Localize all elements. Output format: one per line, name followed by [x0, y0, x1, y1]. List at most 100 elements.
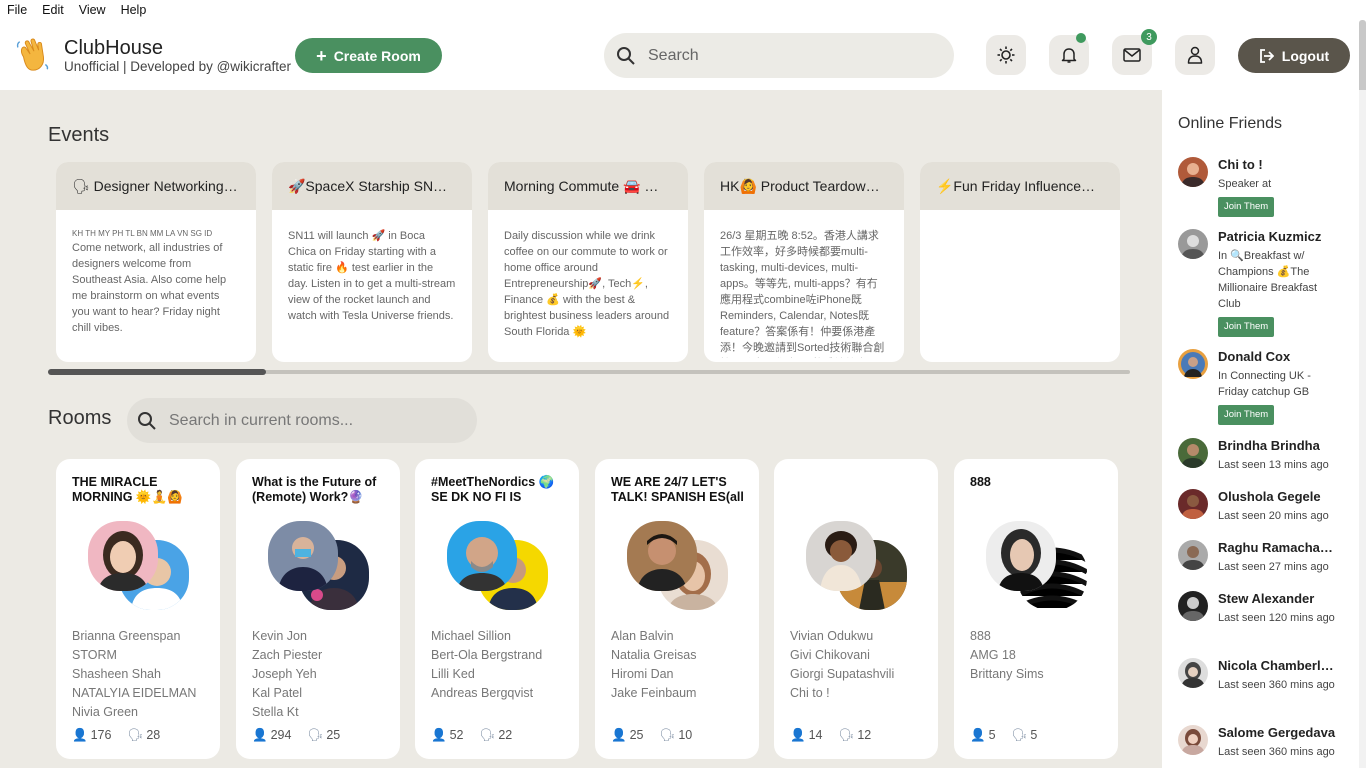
listener-count: 5	[988, 728, 996, 742]
listener-count: 25	[629, 728, 644, 742]
participant-name: Brittany Sims	[970, 667, 1044, 681]
event-title: ⚡Fun Friday Influence…	[920, 162, 1120, 210]
search-input[interactable]	[648, 46, 928, 65]
friend-name: Raghu Ramacha…	[1218, 540, 1333, 555]
room-participants: Kevin Jon Zach Piester Joseph Yeh Kal Pa…	[252, 627, 322, 722]
avatar	[1178, 725, 1208, 755]
rooms-search	[127, 398, 477, 443]
menu-bar: File Edit View Help	[0, 0, 1366, 20]
logout-button[interactable]: Logout	[1238, 38, 1350, 73]
event-description-text: Come network, all industries of designer…	[72, 242, 227, 334]
avatar	[1178, 157, 1208, 187]
avatar	[88, 521, 158, 591]
participant-name: AMG 18	[970, 648, 1016, 662]
messages-button[interactable]: 3	[1112, 29, 1157, 75]
events-scroll-thumb[interactable]	[48, 369, 266, 375]
room-card[interactable]: THE MIRACLE MORNING 🌞🧘🙆 Brianna Greenspa…	[56, 459, 220, 759]
friend-status-text: Speaker at	[1218, 178, 1272, 190]
notifications-button[interactable]	[1049, 33, 1089, 75]
room-participants: 888 AMG 18 Brittany Sims	[970, 627, 1044, 684]
event-card[interactable]: 🗣 Designer Networking… KH TH MY PH TL BN…	[56, 162, 256, 362]
event-title: 🚀SpaceX Starship SN…	[272, 162, 472, 210]
room-stats: 👤 52 🗣 22	[431, 728, 512, 743]
participant-name: Zach Piester	[252, 648, 323, 662]
event-card[interactable]: HK🙆 Product Teardow… 26/3 星期五晚 8:52。香港人講…	[704, 162, 904, 362]
page-scrollbar[interactable]	[1359, 20, 1366, 95]
friend-name: Salome Gergedava	[1218, 725, 1336, 740]
join-them-button[interactable]: Join Them	[1218, 405, 1275, 425]
participant-name: Stella Kt	[252, 705, 299, 719]
friend-status: Speaker at Join Them	[1218, 176, 1338, 217]
join-them-button[interactable]: Join Them	[1218, 197, 1275, 217]
event-title: 🗣 Designer Networking…	[56, 162, 256, 210]
participant-name: NATALYIA EIDELMAN	[72, 686, 197, 700]
room-card[interactable]: 888 888 AMG 18 Brittany Sims 👤 5 🗣 5	[954, 459, 1118, 759]
avatar	[1178, 349, 1208, 379]
friend-status: Last seen 360 mins ago	[1218, 679, 1335, 691]
avatar	[447, 521, 517, 591]
event-card[interactable]: Morning Commute 🚘 … Daily discussion whi…	[488, 162, 688, 362]
event-description	[920, 210, 1120, 358]
room-participants: Michael Sillion Bert-Ola Bergstrand Lill…	[431, 627, 542, 703]
sidebar-scrollbar[interactable]	[1359, 90, 1366, 768]
profile-button[interactable]	[1175, 35, 1215, 75]
room-stats: 👤 14 🗣 12	[790, 728, 871, 743]
avatar	[268, 521, 338, 591]
participant-name: Jake Feinbaum	[611, 686, 697, 700]
speakers-icon: 🗣	[307, 728, 324, 742]
room-title: What is the Future of (Remote) Work?🔮	[252, 475, 377, 504]
bell-icon	[1061, 48, 1077, 63]
menu-edit[interactable]: Edit	[42, 3, 64, 17]
event-card[interactable]: ⚡Fun Friday Influence…	[920, 162, 1120, 362]
logout-label: Logout	[1281, 47, 1330, 64]
avatar	[627, 521, 697, 591]
room-card[interactable]: WE ARE 24/7 LET'S TALK! SPANISH ES(all A…	[595, 459, 759, 759]
rooms-search-input[interactable]	[169, 411, 469, 430]
create-room-button[interactable]: + Create Room	[295, 38, 442, 73]
participant-name: STORM	[72, 648, 117, 662]
friend-status: Last seen 27 mins ago	[1218, 561, 1329, 573]
menu-file[interactable]: File	[7, 3, 27, 17]
event-description: SN11 will launch 🚀 in Boca Chica on Frid…	[288, 230, 456, 322]
user-icon	[1187, 46, 1203, 64]
menu-view[interactable]: View	[79, 3, 106, 17]
room-card[interactable]: Vivian Odukwu Givi Chikovani Giorgi Supa…	[774, 459, 938, 759]
create-room-label: Create Room	[333, 47, 421, 64]
room-title: THE MIRACLE MORNING 🌞🧘🙆	[72, 475, 183, 504]
search-icon	[138, 411, 156, 430]
plus-icon: +	[316, 45, 327, 66]
participant-name: Alan Balvin	[611, 629, 674, 643]
event-card[interactable]: 🚀SpaceX Starship SN… SN11 will launch 🚀 …	[272, 162, 472, 362]
participant-name: Giorgi Supatashvili	[790, 667, 895, 681]
participant-name: 888	[970, 629, 991, 643]
menu-help[interactable]: Help	[121, 3, 147, 17]
room-card[interactable]: What is the Future of (Remote) Work?🔮 Ke…	[236, 459, 400, 759]
listener-count: 176	[90, 728, 112, 742]
avatar	[1178, 438, 1208, 468]
speaker-count: 25	[326, 728, 341, 742]
events-title: Events	[48, 124, 110, 146]
listeners-icon: 👤	[790, 728, 806, 742]
sidebar-title: Online Friends	[1178, 115, 1283, 132]
participant-name: Lilli Ked	[431, 667, 475, 681]
top-header: ClubHouse Unofficial | Developed by @wik…	[0, 20, 1366, 90]
event-title: Morning Commute 🚘 …	[488, 162, 688, 210]
participant-name: Shasheen Shah	[72, 667, 161, 681]
notification-dot	[1076, 33, 1086, 43]
friend-status: In 🔍Breakfast w/ Champions 💰The Milliona…	[1218, 248, 1338, 337]
friend-status-text: In Connecting UK - Friday catchup GB	[1218, 370, 1311, 398]
listener-count: 52	[449, 728, 464, 742]
speakers-icon: 🗣	[838, 728, 855, 742]
participant-name: Brianna Greenspan	[72, 629, 181, 643]
theme-toggle-button[interactable]	[986, 35, 1026, 75]
room-title: 888	[970, 475, 991, 489]
event-description: KH TH MY PH TL BN MM LA VN SG ID Come ne…	[56, 210, 256, 358]
global-search	[604, 33, 954, 78]
join-them-button[interactable]: Join Them	[1218, 317, 1275, 337]
avatar	[1178, 229, 1208, 259]
room-card[interactable]: #MeetTheNordics 🌍 SE DK NO FI IS Michael…	[415, 459, 579, 759]
participant-name: Vivian Odukwu	[790, 629, 874, 643]
listeners-icon: 👤	[431, 728, 447, 742]
room-stats: 👤 294 🗣 25	[252, 728, 340, 743]
friend-name: Brindha Brindha	[1218, 438, 1320, 453]
